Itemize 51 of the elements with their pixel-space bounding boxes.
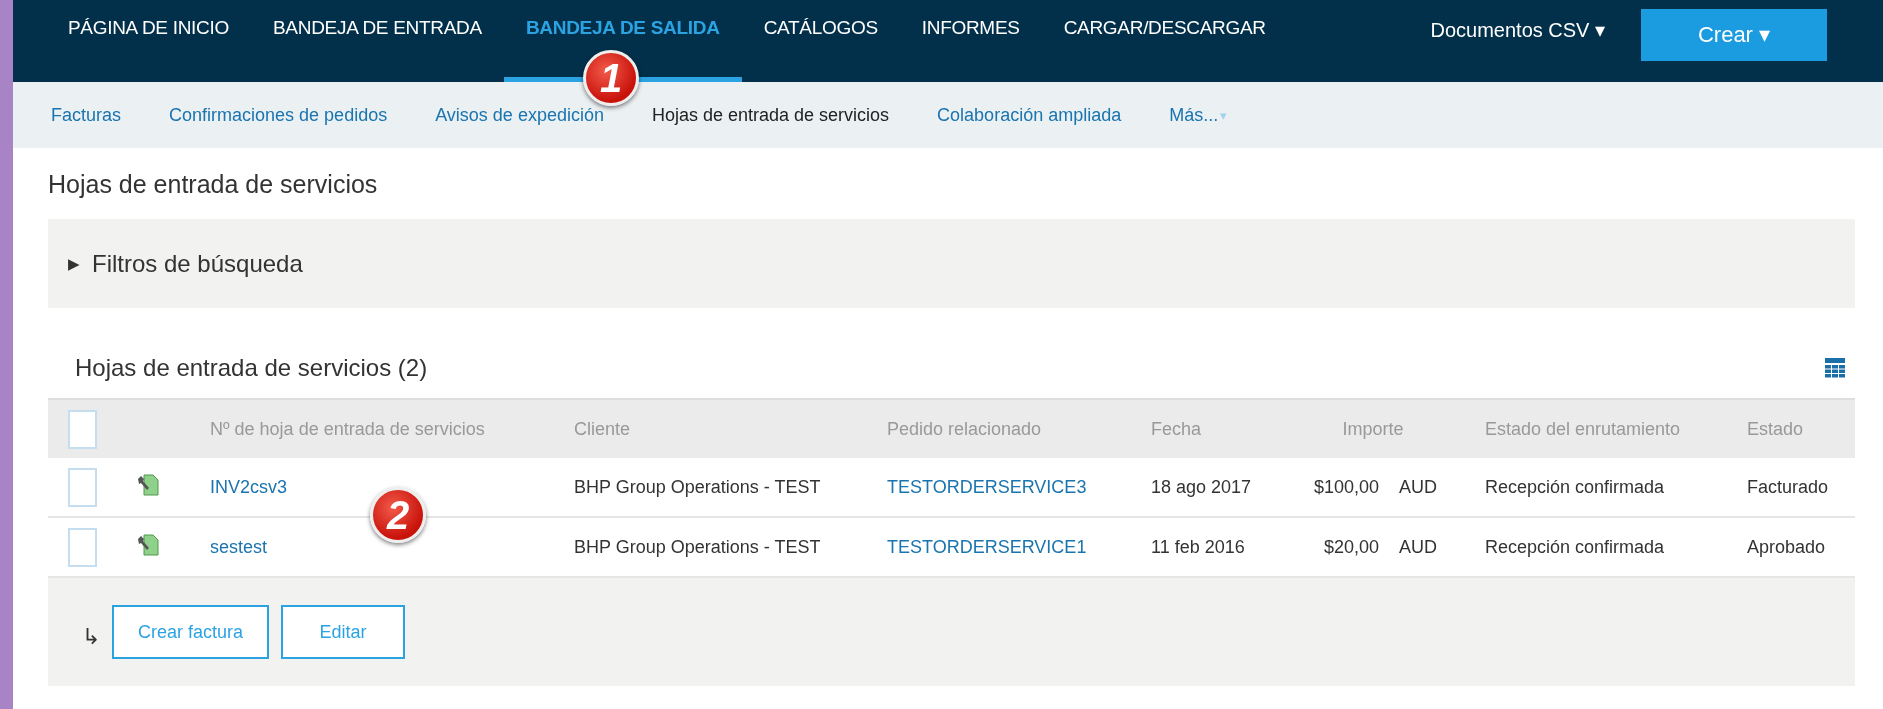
- status-cell-text: Facturado: [1747, 476, 1830, 498]
- select-all-checkbox[interactable]: [68, 409, 97, 449]
- sheet-number-link[interactable]: sestest: [210, 536, 268, 558]
- return-arrow-icon: ↳: [82, 624, 100, 650]
- row-checkbox[interactable]: [68, 527, 97, 567]
- table-settings-icon[interactable]: [1825, 358, 1845, 378]
- routing-status-cell-text: Recepción confirmada: [1485, 536, 1666, 558]
- page-title: Hojas de entrada de servicios: [48, 170, 379, 199]
- sub-nav-tab[interactable]: Colaboración ampliada: [913, 104, 1146, 126]
- status-cell-text: Aprobado: [1747, 536, 1827, 558]
- nav-tab[interactable]: PÁGINA DE INICIO: [46, 0, 251, 82]
- table-title: Hojas de entrada de servicios (2): [75, 354, 428, 382]
- nav-tab[interactable]: CATÁLOGOS: [741, 0, 900, 82]
- documents-menu[interactable]: Documentos CSV ▾: [1394, 0, 1641, 82]
- sub-nav-tab[interactable]: Avisos de expedición: [411, 104, 628, 126]
- create-button[interactable]: Crear ▾: [1641, 9, 1827, 61]
- customer-cell-text: BHP Group Operations - TEST: [574, 536, 822, 558]
- filters-label: Filtros de búsqueda: [92, 249, 303, 278]
- column-header: Estado del enrutamiento: [1485, 418, 1682, 440]
- column-header: Nº de hoja de entrada de servicios: [210, 418, 486, 440]
- sub-nav-tab[interactable]: Facturas: [27, 104, 146, 126]
- action-button[interactable]: Editar: [281, 605, 406, 659]
- column-header: Pedido relacionado: [887, 418, 1043, 440]
- amount-cell: $20,00: [1323, 536, 1379, 558]
- currency-cell: AUD: [1399, 536, 1437, 558]
- column-header: Importe: [1341, 418, 1405, 440]
- routing-status-cell-text: Recepción confirmada: [1485, 476, 1666, 498]
- order-link[interactable]: TESTORDERSERVICE3: [887, 476, 1087, 498]
- caret-icon: ▾: [1220, 107, 1228, 123]
- nav-tab[interactable]: CARGAR/DESCARGAR: [1041, 0, 1288, 82]
- expand-icon: ▶: [68, 254, 80, 273]
- sheet-number-link[interactable]: INV2csv3: [210, 476, 288, 498]
- nav-tab[interactable]: BANDEJA DE ENTRADA: [250, 0, 504, 82]
- column-header: Cliente: [574, 418, 632, 440]
- row-checkbox[interactable]: [68, 467, 97, 507]
- action-button[interactable]: Crear factura: [112, 605, 270, 659]
- customer-cell-text: BHP Group Operations - TEST: [574, 476, 822, 498]
- column-header: Estado: [1747, 418, 1805, 440]
- column-header: Fecha: [1151, 418, 1203, 440]
- nav-tab[interactable]: INFORMES: [899, 0, 1042, 82]
- currency-cell: AUD: [1399, 476, 1437, 498]
- date-cell-text: 11 feb 2016: [1151, 536, 1246, 558]
- order-link[interactable]: TESTORDERSERVICE1: [887, 536, 1087, 558]
- search-filters-panel[interactable]: ▶ Filtros de búsqueda: [48, 219, 1855, 308]
- document-wrench-icon: [136, 533, 160, 557]
- more-menu[interactable]: Más...▾: [1145, 104, 1252, 126]
- amount-cell: $100,00: [1313, 476, 1379, 498]
- sub-nav-tab[interactable]: Hojas de entrada de servicios: [627, 104, 914, 126]
- document-wrench-icon: [136, 473, 160, 497]
- sub-nav-tab[interactable]: Confirmaciones de pedidos: [145, 104, 412, 126]
- date-cell-text: 18 ago 2017: [1151, 476, 1253, 498]
